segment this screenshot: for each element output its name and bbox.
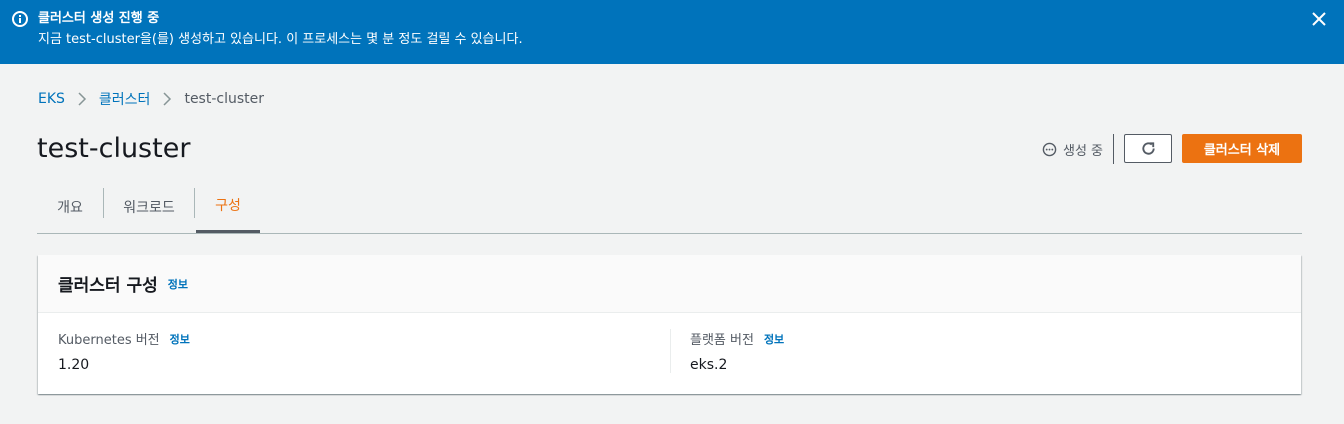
field-value: 1.20 bbox=[58, 357, 90, 373]
breadcrumb-eks[interactable]: EKS bbox=[38, 91, 65, 107]
close-icon[interactable] bbox=[1310, 10, 1328, 28]
pending-icon bbox=[1042, 142, 1057, 157]
info-icon bbox=[12, 11, 28, 27]
chevron-right-icon bbox=[77, 92, 87, 106]
info-link[interactable]: 정보 bbox=[170, 331, 190, 347]
page-title: test-cluster bbox=[37, 133, 191, 164]
refresh-button[interactable] bbox=[1124, 134, 1172, 163]
flash-message: 지금 test-cluster을(를) 생성하고 있습니다. 이 프로세스는 몇… bbox=[38, 32, 523, 47]
status-indicator: 생성 중 bbox=[1042, 140, 1103, 159]
column-divider bbox=[670, 329, 671, 373]
field-label: Kubernetes 버전 bbox=[58, 333, 160, 348]
field-label: 플랫폼 버전 bbox=[690, 333, 754, 348]
status-text: 생성 중 bbox=[1063, 144, 1104, 159]
refresh-icon bbox=[1141, 142, 1155, 155]
panel-header: 클러스터 구성 정보 bbox=[38, 255, 1301, 313]
divider bbox=[1113, 134, 1114, 164]
field-value: eks.2 bbox=[690, 357, 728, 373]
flash-notification: 클러스터 생성 진행 중 지금 test-cluster을(를) 생성하고 있습… bbox=[0, 0, 1344, 64]
tab-configuration[interactable]: 구성 bbox=[196, 180, 260, 233]
kubernetes-version-field: Kubernetes 버전 정보 1.20 bbox=[58, 329, 190, 374]
panel-title: 클러스터 구성 bbox=[58, 276, 158, 296]
info-link[interactable]: 정보 bbox=[764, 331, 784, 347]
info-link[interactable]: 정보 bbox=[168, 276, 188, 292]
tab-bar: 개요 워크로드 구성 bbox=[37, 180, 1302, 234]
breadcrumb-current: test-cluster bbox=[184, 91, 265, 107]
breadcrumb-clusters[interactable]: 클러스터 bbox=[99, 89, 151, 109]
tab-overview[interactable]: 개요 bbox=[37, 180, 103, 233]
chevron-right-icon bbox=[162, 92, 172, 106]
cluster-config-panel: 클러스터 구성 정보 Kubernetes 버전 정보 1.20 플랫폼 버전 … bbox=[38, 255, 1301, 394]
flash-title: 클러스터 생성 진행 중 bbox=[38, 11, 160, 26]
delete-cluster-button[interactable]: 클러스터 삭제 bbox=[1182, 134, 1302, 163]
tab-workloads[interactable]: 워크로드 bbox=[104, 180, 194, 233]
breadcrumb: EKS 클러스터 test-cluster bbox=[38, 90, 264, 108]
platform-version-field: 플랫폼 버전 정보 eks.2 bbox=[690, 329, 784, 374]
tab-divider bbox=[194, 188, 195, 218]
